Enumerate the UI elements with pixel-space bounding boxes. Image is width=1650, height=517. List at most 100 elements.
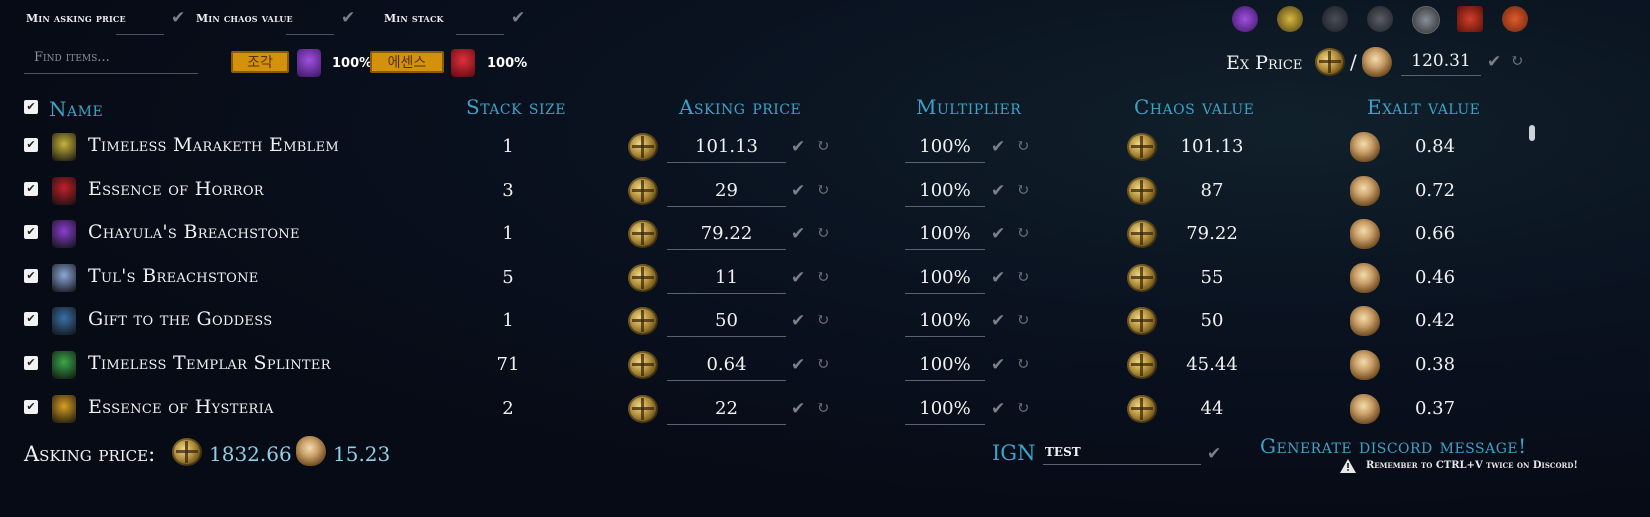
row-checkbox[interactable]: ✔	[24, 356, 38, 370]
exalted-orb-icon	[1350, 263, 1380, 293]
generate-discord-message-button[interactable]: Generate discord message!	[1260, 434, 1527, 458]
atlas-icon[interactable]	[1412, 6, 1440, 34]
asking-price-input[interactable]: 79.22	[667, 221, 786, 250]
stack-size-value: 1	[502, 223, 514, 244]
multiplier-reset-icon[interactable]: ↻	[1016, 400, 1029, 416]
row-checkbox[interactable]: ✔	[24, 400, 38, 414]
ex-price-input[interactable]: 120.31	[1401, 51, 1481, 76]
scrollbar-thumb[interactable]	[1529, 125, 1535, 141]
essence-category-icon[interactable]	[1457, 6, 1483, 32]
multiplier-reset-icon[interactable]: ↻	[1016, 312, 1029, 328]
exalt-value-column-header[interactable]: Exalt value	[1367, 95, 1480, 119]
asking-price-confirm-icon[interactable]: ✔	[791, 226, 805, 243]
exalted-orb-icon	[1350, 306, 1380, 336]
min-chaos-value-confirm-icon[interactable]: ✔	[341, 10, 355, 27]
warning-icon	[1340, 458, 1356, 473]
chaos-orb-icon	[628, 220, 658, 248]
chaos-value-column-header[interactable]: Chaos value	[1134, 95, 1254, 119]
row-checkbox[interactable]: ✔	[24, 182, 38, 196]
asking-price-confirm-icon[interactable]: ✔	[791, 313, 805, 330]
item-name: Essence of Hysteria	[88, 396, 274, 418]
multiplier-confirm-icon[interactable]: ✔	[991, 139, 1005, 156]
multiplier-reset-icon[interactable]: ↻	[1016, 182, 1029, 198]
emblem-icon[interactable]	[1277, 6, 1303, 32]
multiplier-reset-icon[interactable]: ↻	[1016, 225, 1029, 241]
breachstone-icon	[297, 49, 321, 77]
min-asking-price-confirm-icon[interactable]: ✔	[171, 10, 185, 27]
multiplier-confirm-icon[interactable]: ✔	[991, 183, 1005, 200]
ign-input[interactable]: TEST	[1043, 445, 1201, 465]
stack-size-column-header[interactable]: Stack size	[466, 95, 566, 119]
asking-price-reset-icon[interactable]: ↻	[816, 225, 829, 241]
total-asking-price-label: Asking price:	[24, 442, 156, 466]
multiplier-input[interactable]: 100%	[905, 308, 985, 337]
ex-price-confirm-icon[interactable]: ✔	[1487, 54, 1501, 71]
multiplier-confirm-icon[interactable]: ✔	[991, 401, 1005, 418]
multiplier-input[interactable]: 100%	[905, 265, 985, 294]
min-stack-input[interactable]	[456, 14, 504, 35]
total-exalt-value: 15.23	[333, 442, 391, 466]
min-chaos-value-label: Min chaos value	[196, 12, 293, 25]
asking-price-confirm-icon[interactable]: ✔	[791, 270, 805, 287]
asking-price-reset-icon[interactable]: ↻	[816, 138, 829, 154]
fragment-tag-button[interactable]: 조각	[231, 51, 289, 73]
chaos-orb-icon	[1127, 307, 1157, 335]
min-chaos-value-input[interactable]	[286, 14, 334, 35]
asking-price-input[interactable]: 11	[667, 265, 786, 294]
row-checkbox[interactable]: ✔	[24, 312, 38, 326]
multiplier-reset-icon[interactable]: ↻	[1016, 356, 1029, 372]
min-asking-price-input[interactable]	[116, 14, 164, 35]
asking-price-column-header[interactable]: Asking price	[679, 95, 801, 119]
exalted-orb-icon	[1350, 350, 1380, 380]
asking-price-reset-icon[interactable]: ↻	[816, 356, 829, 372]
row-checkbox[interactable]: ✔	[24, 138, 38, 152]
row-checkbox[interactable]: ✔	[24, 269, 38, 283]
row-checkbox[interactable]: ✔	[24, 225, 38, 239]
multiplier-reset-icon[interactable]: ↻	[1016, 138, 1029, 154]
asking-price-input[interactable]: 29	[667, 178, 786, 207]
multiplier-confirm-icon[interactable]: ✔	[991, 270, 1005, 287]
multiplier-column-header[interactable]: Multiplier	[916, 95, 1021, 119]
asking-price-input[interactable]: 50	[667, 308, 786, 337]
asking-price-input[interactable]: 0.64	[667, 352, 786, 381]
essence-tag-button[interactable]: 에센스	[370, 51, 444, 73]
shaper-icon[interactable]	[1322, 6, 1348, 32]
breachstone-icon	[52, 220, 76, 248]
asking-price-reset-icon[interactable]: ↻	[816, 182, 829, 198]
asking-price-confirm-icon[interactable]: ✔	[791, 139, 805, 156]
multiplier-input[interactable]: 100%	[905, 134, 985, 163]
elder-icon[interactable]	[1367, 6, 1393, 32]
multiplier-confirm-icon[interactable]: ✔	[991, 226, 1005, 243]
asking-price-confirm-icon[interactable]: ✔	[791, 401, 805, 418]
asking-price-reset-icon[interactable]: ↻	[816, 269, 829, 285]
find-items-input[interactable]: Find items...	[24, 50, 198, 74]
asking-price-reset-icon[interactable]: ↻	[816, 400, 829, 416]
stack-size-value: 5	[502, 267, 514, 288]
multiplier-input[interactable]: 100%	[905, 396, 985, 425]
exalted-orb-icon	[1350, 132, 1380, 162]
name-column-header[interactable]: Name	[49, 97, 103, 121]
multiplier-reset-icon[interactable]: ↻	[1016, 269, 1029, 285]
fragment-tag-percent: 100%	[332, 56, 373, 71]
min-stack-confirm-icon[interactable]: ✔	[511, 10, 525, 27]
multiplier-input[interactable]: 100%	[905, 352, 985, 381]
multiplier-confirm-icon[interactable]: ✔	[991, 357, 1005, 374]
multiplier-confirm-icon[interactable]: ✔	[991, 313, 1005, 330]
select-all-checkbox[interactable]: ✔	[24, 100, 38, 114]
asking-price-input[interactable]: 101.13	[667, 134, 786, 163]
item-name: Timeless Templar Splinter	[88, 352, 331, 374]
min-asking-price-label: Min asking price	[26, 12, 126, 25]
ign-confirm-icon[interactable]: ✔	[1207, 446, 1221, 463]
breachstone-icon[interactable]	[1232, 6, 1258, 32]
chaos-emblem-icon[interactable]	[1502, 6, 1528, 32]
chaos-value: 45.44	[1186, 354, 1238, 375]
asking-price-confirm-icon[interactable]: ✔	[791, 183, 805, 200]
multiplier-input[interactable]: 100%	[905, 221, 985, 250]
asking-price-confirm-icon[interactable]: ✔	[791, 357, 805, 374]
exalt-value: 0.72	[1414, 180, 1456, 201]
ex-price-refresh-icon[interactable]: ↻	[1510, 53, 1523, 69]
stack-size-value: 1	[502, 136, 514, 157]
asking-price-reset-icon[interactable]: ↻	[816, 312, 829, 328]
asking-price-input[interactable]: 22	[667, 396, 786, 425]
multiplier-input[interactable]: 100%	[905, 178, 985, 207]
